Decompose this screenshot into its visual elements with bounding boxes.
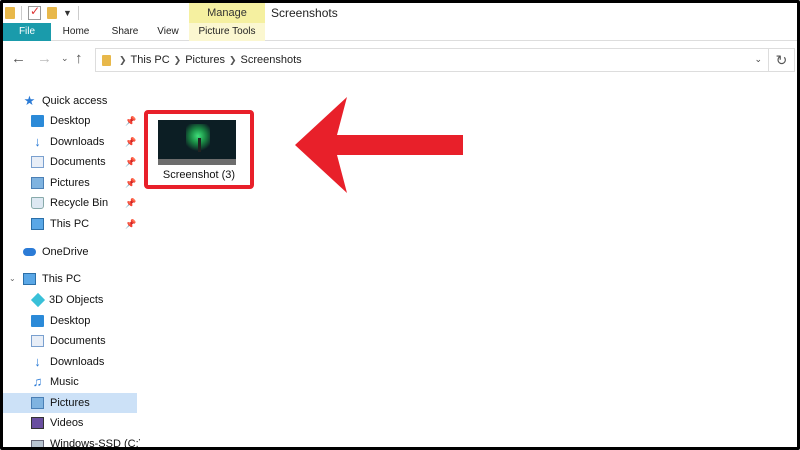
pin-icon[interactable]: 📌 (125, 214, 136, 234)
sidebar-item-label: Recycle Bin (50, 197, 109, 209)
properties-icon[interactable] (28, 4, 41, 20)
folder-icon[interactable] (5, 7, 15, 19)
file-item-screenshot[interactable]: Screenshot (3) (144, 110, 254, 189)
pin-icon[interactable]: 📌 (125, 132, 136, 152)
navigation-pane: ★ Quick access Desktop 📌 ↓ Downloads 📌 D… (3, 83, 143, 450)
sidebar-item-label: Pictures (50, 177, 90, 189)
refresh-icon[interactable]: ↻ (769, 48, 795, 72)
sidebar-item-label: Desktop (50, 315, 91, 327)
desktop-icon (31, 315, 44, 327)
sidebar-item-recycle-bin[interactable]: Recycle Bin (31, 193, 108, 213)
breadcrumb-pictures[interactable]: Pictures (185, 54, 225, 66)
thumbnail-taskbar (158, 159, 236, 165)
sidebar-item-label: This PC (50, 218, 90, 230)
star-icon: ★ (23, 93, 36, 108)
desktop-icon (31, 115, 44, 127)
sidebar-item-label: OneDrive (42, 246, 89, 258)
title-bar: ▼ Manage Screenshots (3, 3, 797, 23)
pin-icon[interactable]: 📌 (125, 111, 136, 131)
sidebar-item-windows-ssd[interactable]: Windows-SSD (C:) (31, 434, 143, 450)
sidebar-item-label: Downloads (50, 136, 105, 148)
pin-icon[interactable]: 📌 (125, 152, 136, 172)
sidebar-item-label: Music (50, 376, 79, 388)
computer-icon (31, 218, 44, 230)
toolbar-divider (77, 6, 79, 20)
thumbnail-figure (198, 138, 201, 152)
pictures-icon (31, 177, 44, 189)
tab-picture-tools[interactable]: Picture Tools (189, 23, 265, 41)
sidebar-item-pc-desktop[interactable]: Desktop (31, 311, 90, 331)
chevron-down-icon[interactable]: ⌄ (9, 269, 16, 289)
recycle-bin-icon (31, 197, 44, 209)
drive-icon (31, 439, 44, 447)
cloud-icon (23, 248, 36, 256)
sidebar-item-pc-downloads[interactable]: ↓ Downloads (31, 352, 104, 372)
computer-icon (23, 273, 36, 285)
sidebar-item-label: Documents (50, 156, 106, 168)
sidebar-item-desktop[interactable]: Desktop (31, 111, 90, 131)
sidebar-item-music[interactable]: ♫ Music (31, 372, 79, 392)
up-arrow-icon[interactable]: ↑ (75, 50, 83, 67)
sidebar-item-label: Desktop (50, 115, 91, 127)
tab-share[interactable]: Share (107, 23, 143, 41)
sidebar-item-quick-access[interactable]: ★ Quick access (23, 91, 108, 111)
3d-objects-icon (30, 292, 46, 308)
back-arrow-icon[interactable]: ← (11, 50, 26, 67)
sidebar-item-this-pc[interactable]: This PC (23, 269, 81, 289)
document-icon (31, 335, 44, 347)
pin-icon[interactable]: 📌 (125, 193, 136, 213)
file-list-area[interactable]: Screenshot (3) (140, 83, 797, 447)
chevron-right-icon[interactable]: ❯ (229, 55, 237, 66)
sidebar-item-3d-objects[interactable]: 3D Objects (30, 290, 104, 310)
navigation-bar: ← → ⌄ ↑ ❯ This PC ❯ Pictures ❯ Screensho… (3, 45, 797, 73)
chevron-down-icon[interactable]: ⌄ (754, 54, 762, 65)
recent-locations-icon[interactable]: ⌄ (61, 53, 69, 64)
quick-access-toolbar: ▼ (3, 3, 79, 23)
document-icon (31, 156, 44, 168)
sidebar-item-pictures[interactable]: Pictures (31, 173, 90, 193)
chevron-down-icon[interactable]: ▼ (63, 8, 72, 18)
download-icon: ↓ (34, 354, 41, 369)
sidebar-item-label: Downloads (50, 356, 105, 368)
sidebar-item-documents[interactable]: Documents (31, 152, 106, 172)
sidebar-item-pc-documents[interactable]: Documents (31, 331, 106, 351)
red-arrow-icon (295, 97, 463, 193)
sidebar-item-pc-pictures[interactable]: Pictures (3, 393, 137, 413)
explorer-window: ▼ Manage Screenshots File Home Share Vie… (0, 0, 800, 450)
music-note-icon: ♫ (32, 374, 43, 389)
sidebar-item-label: Videos (50, 417, 84, 429)
sidebar-item-downloads[interactable]: ↓ Downloads (31, 132, 104, 152)
ribbon-tabs: File Home Share View Picture Tools (3, 23, 797, 41)
forward-arrow-icon[interactable]: → (37, 50, 52, 67)
tab-manage[interactable]: Manage (189, 3, 265, 23)
window-title: Screenshots (271, 6, 338, 20)
chevron-right-icon[interactable]: ❯ (174, 55, 182, 66)
toolbar-divider (21, 6, 22, 20)
sidebar-item-label: Documents (50, 335, 106, 347)
chevron-right-icon[interactable]: ❯ (119, 55, 127, 66)
pictures-icon (31, 397, 44, 409)
image-thumbnail (158, 120, 236, 165)
video-icon (31, 417, 44, 429)
pin-icon[interactable]: 📌 (125, 173, 136, 193)
sidebar-item-label: Windows-SSD (C:) (50, 438, 143, 450)
tab-file[interactable]: File (3, 23, 51, 41)
tab-home[interactable]: Home (55, 23, 97, 41)
sidebar-item-label: Quick access (42, 95, 108, 107)
download-icon: ↓ (34, 134, 41, 149)
sidebar-item-label: Pictures (50, 397, 90, 409)
new-folder-icon[interactable] (47, 7, 57, 19)
tab-view[interactable]: View (153, 23, 183, 41)
address-bar[interactable]: ❯ This PC ❯ Pictures ❯ Screenshots ⌄ (95, 48, 769, 72)
sidebar-item-label: 3D Objects (49, 294, 104, 306)
breadcrumb-this-pc[interactable]: This PC (131, 54, 170, 66)
file-name-label: Screenshot (3) (162, 169, 236, 181)
sidebar-item-onedrive[interactable]: OneDrive (23, 242, 88, 262)
breadcrumb-screenshots[interactable]: Screenshots (241, 54, 302, 66)
sidebar-item-label: This PC (42, 273, 82, 285)
sidebar-item-this-pc-quick[interactable]: This PC (31, 214, 89, 234)
folder-icon (102, 54, 111, 66)
sidebar-item-videos[interactable]: Videos (31, 413, 83, 433)
